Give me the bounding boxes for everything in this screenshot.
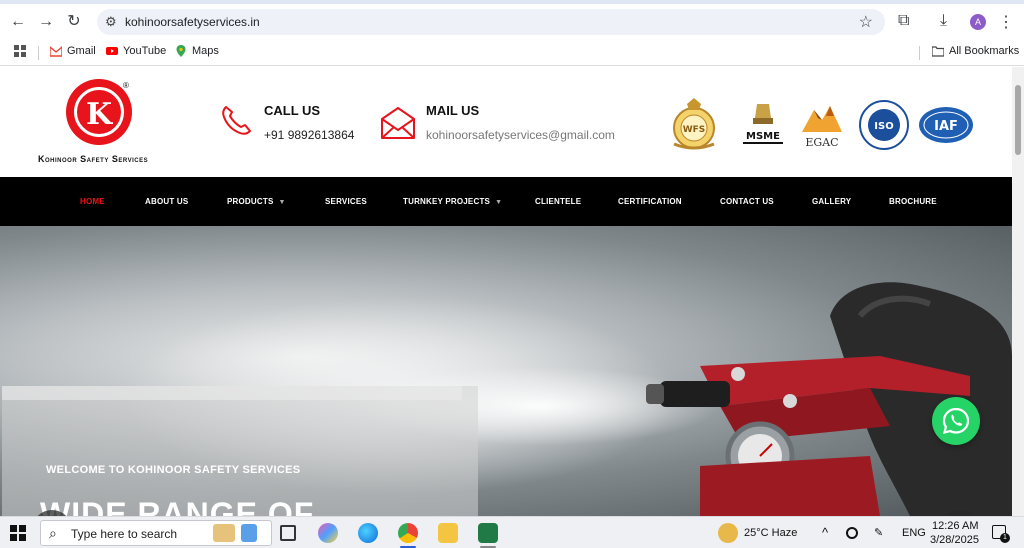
bookmark-label: Gmail — [67, 45, 96, 57]
bookmarks-bar: Gmail YouTube Maps All Bookmarks — [0, 40, 1024, 66]
email-address[interactable]: kohinoorsafetyservices@gmail.com — [426, 128, 615, 142]
logo-letter: K — [85, 97, 113, 132]
address-bar[interactable]: ⚙ kohinoorsafetyservices.in ☆ — [97, 9, 885, 35]
nav-products-label: PRODUCTS — [227, 197, 274, 206]
task-view-icon[interactable] — [280, 525, 296, 541]
nav-home[interactable]: HOME — [80, 197, 105, 206]
menu-icon[interactable]: ⋮ — [998, 12, 1014, 32]
extensions-icon[interactable]: ⧉ — [898, 12, 909, 30]
divider — [919, 46, 920, 60]
mail-icon — [381, 107, 415, 139]
back-icon[interactable]: ← — [8, 12, 28, 32]
svg-text:EGAC: EGAC — [805, 136, 838, 149]
apps-icon[interactable] — [14, 45, 26, 57]
bookmark-youtube[interactable]: YouTube — [106, 45, 166, 57]
hero-slider: WELCOME TO KOHINOOR SAFETY SERVICES WIDE… — [0, 226, 1012, 516]
pen-icon[interactable]: ✎ — [874, 526, 883, 539]
mail-us-title: MAIL US — [426, 103, 480, 118]
nav-brochure[interactable]: BROCHURE — [889, 197, 937, 206]
weather-text[interactable]: 25°C Haze — [744, 527, 797, 539]
bookmark-label: YouTube — [123, 45, 167, 57]
fire-extinguisher-image — [646, 282, 1012, 516]
folder-icon — [932, 46, 944, 57]
chevron-down-icon: ▼ — [278, 199, 286, 206]
egac-logo-icon: EGAC — [796, 97, 848, 153]
maps-pin-icon — [176, 45, 186, 57]
whatsapp-button[interactable] — [932, 397, 980, 445]
language-indicator[interactable]: ENG — [902, 527, 926, 539]
svg-text:ISO: ISO — [874, 121, 893, 132]
profile-avatar[interactable]: A — [970, 14, 986, 30]
windows-taskbar: ⌕ Type here to search 25°C Haze ^ ✎ ENG … — [0, 516, 1024, 548]
nav-products[interactable]: PRODUCTS ▼ — [227, 197, 286, 206]
nav-services[interactable]: SERVICES — [325, 197, 367, 206]
all-bookmarks[interactable]: All Bookmarks — [932, 45, 1019, 57]
site-header: K ® Kohinoor Safety Services CALL US +91… — [0, 67, 1012, 177]
nav-turnkey-label: TURNKEY PROJECTS — [403, 197, 491, 206]
logo-ring: K — [74, 87, 124, 137]
nav-about-us[interactable]: ABOUT US — [145, 197, 188, 206]
iso-badge-icon: ISO — [858, 97, 910, 153]
reload-icon[interactable]: ↻ — [64, 12, 84, 32]
msme-emblem-icon: MSME — [738, 97, 788, 153]
scrollbar-thumb[interactable] — [1015, 85, 1021, 155]
forward-icon[interactable]: → — [36, 12, 56, 32]
hero-headline: WIDE RANGE OF — [40, 496, 315, 516]
search-highlight-icon — [213, 524, 235, 542]
file-explorer-icon[interactable] — [438, 523, 458, 543]
wfs-seal-icon: WFS — [668, 97, 720, 153]
brand-name: Kohinoor Safety Services — [38, 154, 149, 164]
youtube-icon — [106, 47, 118, 55]
chevron-up-icon[interactable]: ^ — [822, 525, 828, 540]
caption-backdrop-strip — [2, 386, 462, 400]
edge-icon[interactable] — [358, 523, 378, 543]
windows-start-icon[interactable] — [10, 525, 26, 541]
all-bookmarks-label: All Bookmarks — [949, 45, 1020, 57]
bookmark-maps[interactable]: Maps — [175, 45, 219, 57]
clock-date[interactable]: 3/28/2025 — [930, 534, 979, 546]
chevron-down-icon: ▼ — [495, 199, 503, 206]
weather-icon — [718, 523, 738, 543]
divider — [38, 46, 39, 60]
copilot-icon[interactable] — [318, 523, 338, 543]
svg-text:WFS: WFS — [683, 125, 706, 135]
browser-toolbar: ← → ↻ ⚙ kohinoorsafetyservices.in ☆ ⧉ ⤓ … — [0, 4, 1024, 40]
hero-welcome-text: WELCOME TO KOHINOOR SAFETY SERVICES — [46, 464, 301, 476]
excel-icon[interactable] — [478, 523, 498, 543]
iaf-logo-icon: IAF — [916, 97, 976, 153]
page-scrollbar[interactable] — [1012, 67, 1024, 516]
gmail-icon — [50, 46, 62, 57]
nav-gallery[interactable]: GALLERY — [812, 197, 851, 206]
svg-text:IAF: IAF — [934, 119, 958, 134]
bookmark-gmail[interactable]: Gmail — [50, 45, 96, 57]
search-icon: ⌕ — [49, 525, 57, 541]
phone-icon — [222, 106, 251, 135]
download-icon[interactable]: ⤓ — [940, 12, 947, 30]
meet-now-icon[interactable] — [846, 527, 858, 539]
nav-certification[interactable]: CERTIFICATION — [618, 197, 682, 206]
chrome-icon[interactable] — [398, 523, 418, 543]
phone-number[interactable]: +91 9892613864 — [264, 128, 354, 142]
svg-text:MSME: MSME — [746, 131, 780, 142]
call-us-title: CALL US — [264, 103, 321, 118]
notification-count-badge: 1 — [1000, 533, 1010, 543]
clock-time[interactable]: 12:26 AM — [932, 520, 978, 532]
nav-contact-us[interactable]: CONTACT US — [720, 197, 774, 206]
nav-turnkey-projects[interactable]: TURNKEY PROJECTS ▼ — [403, 197, 502, 206]
bookmark-label: Maps — [192, 45, 219, 57]
search-highlight-icon — [241, 524, 257, 542]
bookmark-star-icon[interactable]: ☆ — [859, 12, 873, 32]
site-info-icon[interactable]: ⚙ — [105, 14, 117, 30]
url-text[interactable]: kohinoorsafetyservices.in — [125, 15, 260, 29]
nav-clientele[interactable]: CLIENTELE — [535, 197, 581, 206]
whatsapp-icon — [942, 407, 970, 435]
search-placeholder: Type here to search — [71, 527, 178, 541]
registered-mark: ® — [123, 81, 129, 90]
web-page: K ® Kohinoor Safety Services CALL US +91… — [0, 67, 1012, 516]
main-navigation: HOME ABOUT US PRODUCTS ▼ SERVICES TURNKEY… — [0, 177, 1012, 226]
taskbar-search[interactable]: ⌕ Type here to search — [40, 520, 272, 546]
